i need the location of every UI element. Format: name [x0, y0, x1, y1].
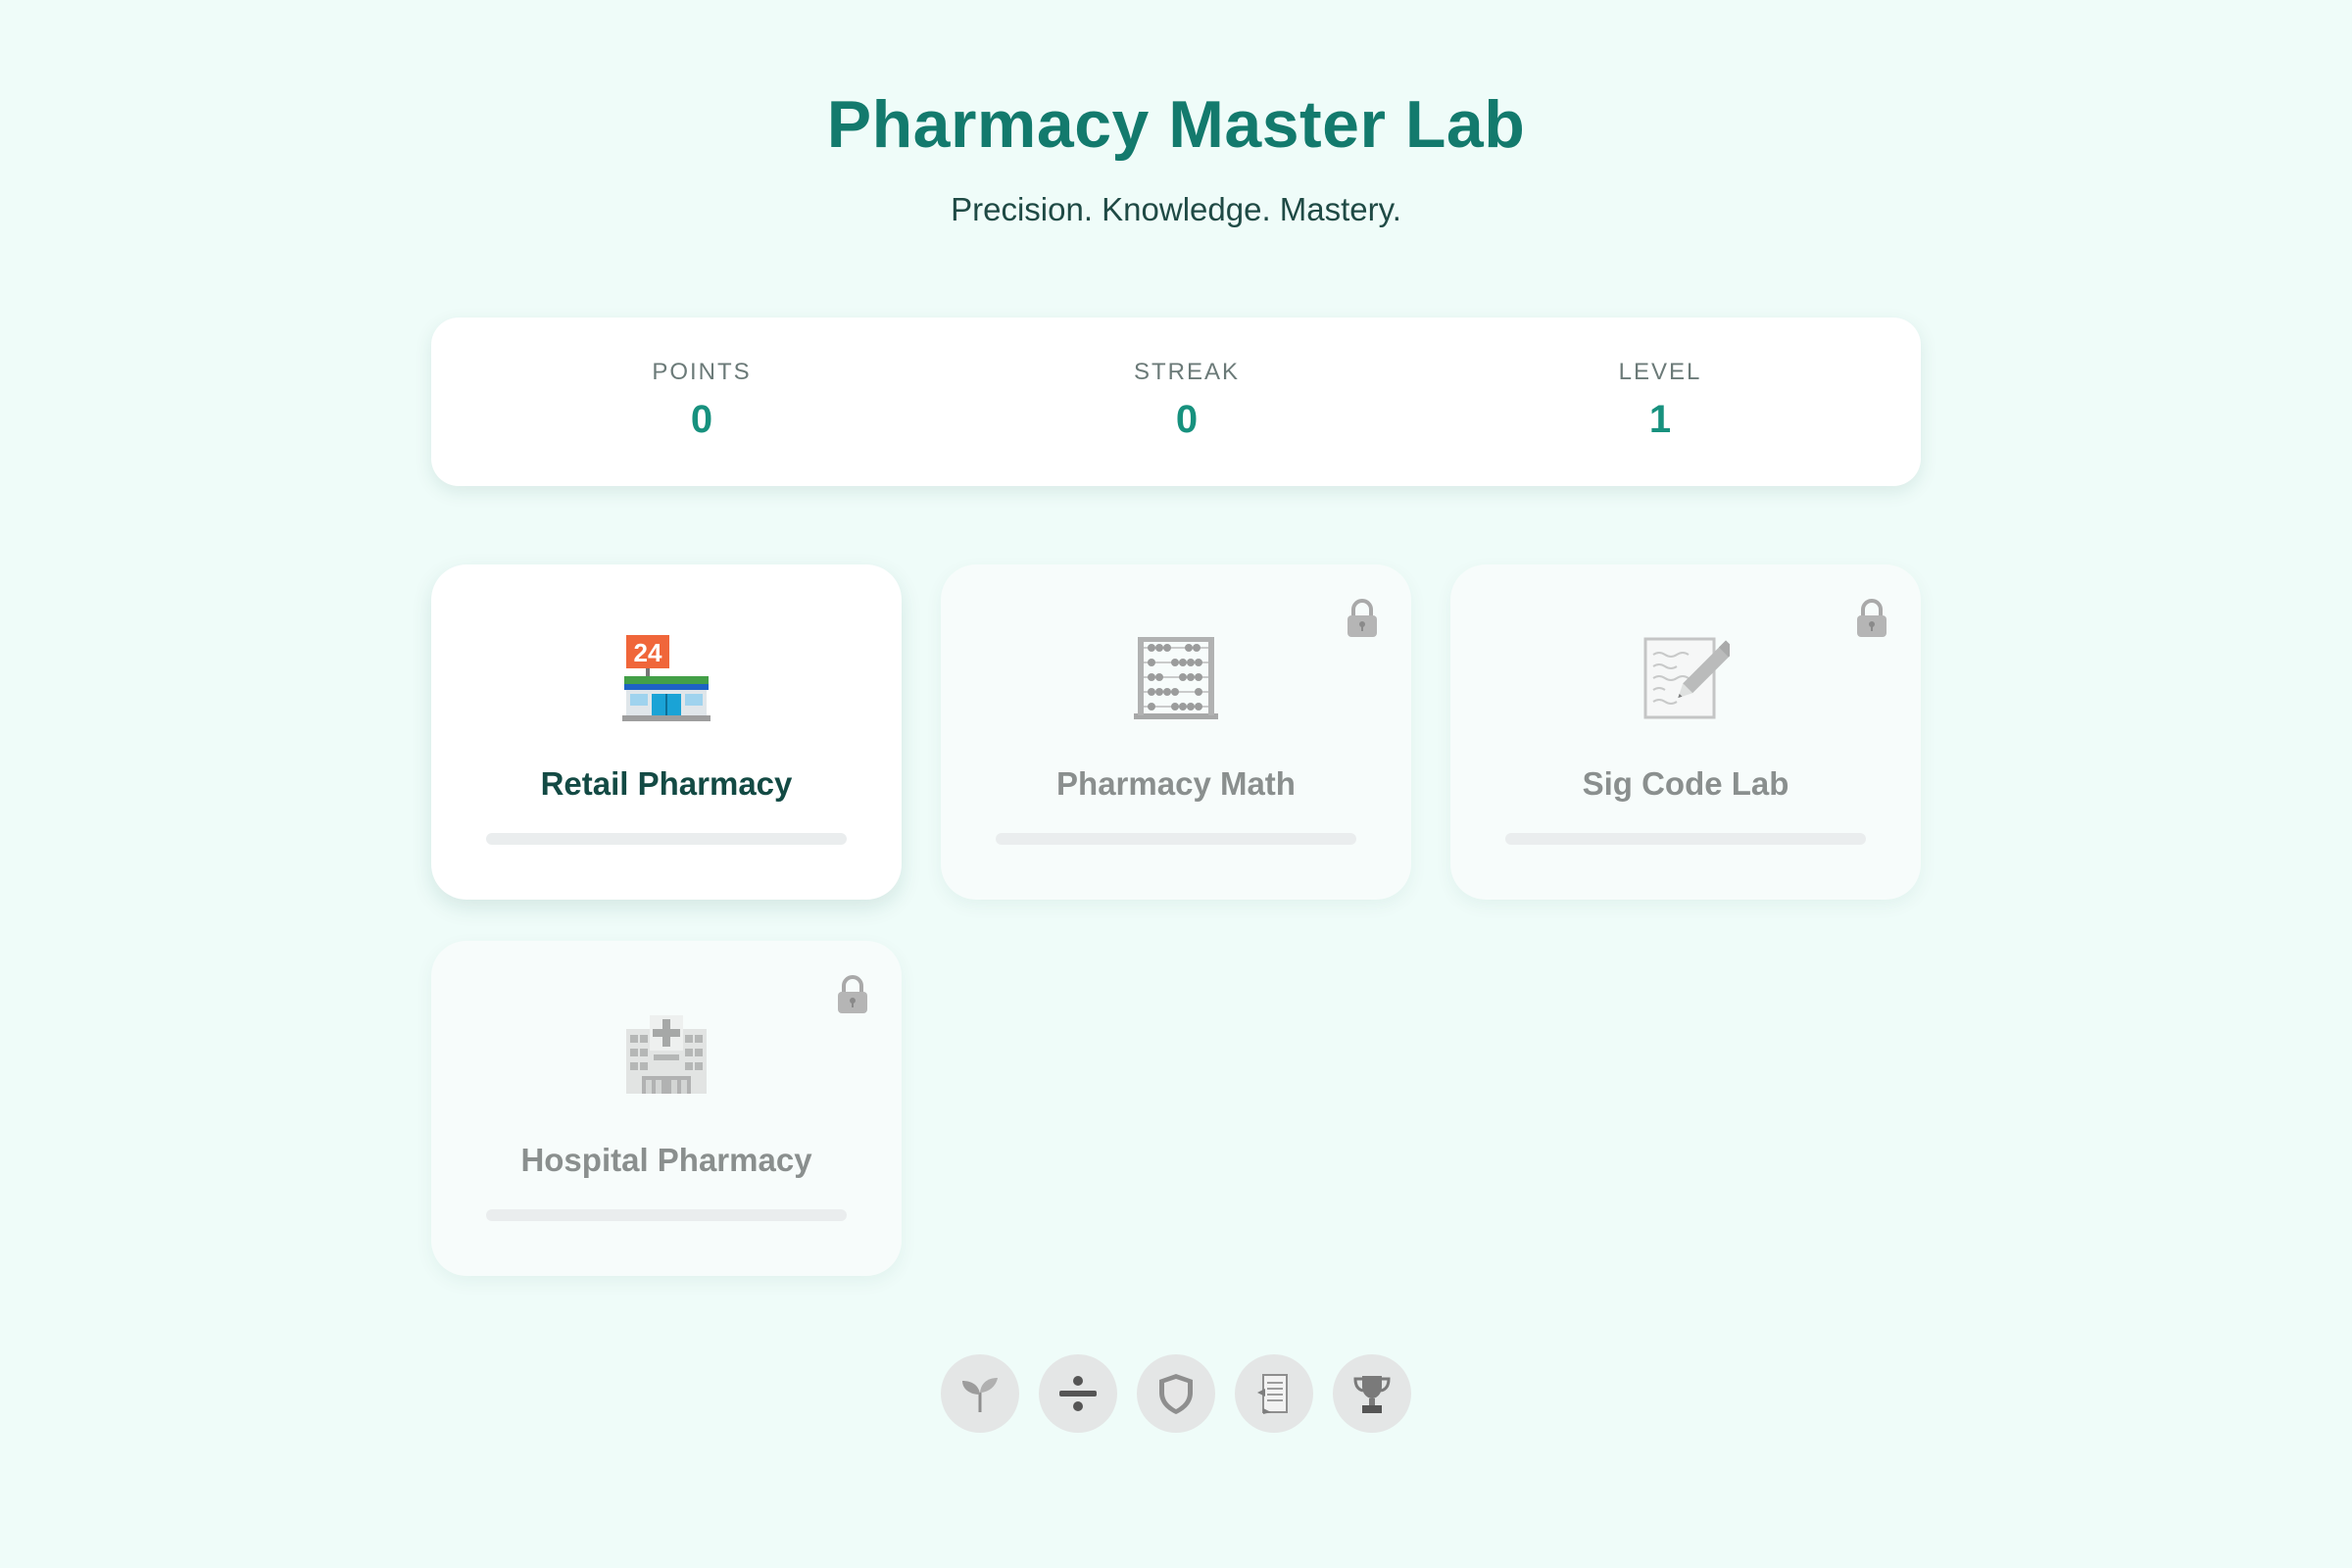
stat-value: 0: [1175, 398, 1199, 441]
badge-divide[interactable]: [1039, 1354, 1117, 1433]
module-progress-bar: [486, 1209, 847, 1221]
lock-icon: [838, 975, 867, 1013]
shield-icon: [1159, 1374, 1193, 1414]
convenience-store-icon: 24: [622, 635, 710, 721]
module-title: Retail Pharmacy: [540, 765, 793, 802]
module-progress-bar: [1505, 833, 1866, 845]
divide-icon: [1059, 1376, 1097, 1411]
module-card-retail-pharmacy[interactable]: 24 Retail Pharmacy: [431, 564, 902, 900]
badge-seedling[interactable]: [941, 1354, 1019, 1433]
lock-icon: [1348, 599, 1377, 637]
hospital-icon: [626, 1015, 707, 1094]
module-title: Hospital Pharmacy: [520, 1142, 812, 1178]
badge-shield[interactable]: [1137, 1354, 1215, 1433]
badge-trophy[interactable]: [1333, 1354, 1411, 1433]
module-title: Pharmacy Math: [1056, 765, 1296, 802]
page-title: Pharmacy Master Lab: [826, 87, 1526, 162]
module-card-hospital-pharmacy[interactable]: Hospital Pharmacy: [431, 941, 902, 1276]
module-progress-bar: [486, 833, 847, 845]
svg-text:24: 24: [634, 638, 662, 667]
page-subtitle: Precision. Knowledge. Mastery.: [951, 191, 1401, 227]
dashboard: Pharmacy Master Lab Precision. Knowledge…: [0, 0, 2352, 1568]
lock-icon: [1857, 599, 1886, 637]
module-progress-bar: [996, 833, 1356, 845]
stat-value: 0: [690, 398, 713, 441]
trophy-icon: [1353, 1376, 1391, 1413]
stat-points: POINTS 0: [555, 359, 849, 442]
badge-row: [941, 1354, 1411, 1433]
module-card-pharmacy-math[interactable]: Pharmacy Math: [941, 564, 1411, 900]
seedling-icon: [962, 1378, 998, 1412]
scroll-icon: [1257, 1374, 1288, 1414]
stat-level: LEVEL 1: [1513, 359, 1807, 442]
stat-streak: STREAK 0: [1040, 359, 1334, 442]
stats-panel: POINTS 0 STREAK 0 LEVEL 1: [431, 318, 1921, 486]
module-card-sig-code-lab[interactable]: Sig Code Lab: [1450, 564, 1921, 900]
stat-value: 1: [1648, 398, 1672, 441]
module-title: Sig Code Lab: [1582, 765, 1789, 802]
abacus-icon: [1134, 637, 1218, 719]
memo-icon: [1643, 637, 1730, 719]
stat-label: POINTS: [652, 359, 752, 385]
stat-label: LEVEL: [1618, 359, 1702, 385]
badge-scroll[interactable]: [1235, 1354, 1313, 1433]
stat-label: STREAK: [1133, 359, 1241, 385]
